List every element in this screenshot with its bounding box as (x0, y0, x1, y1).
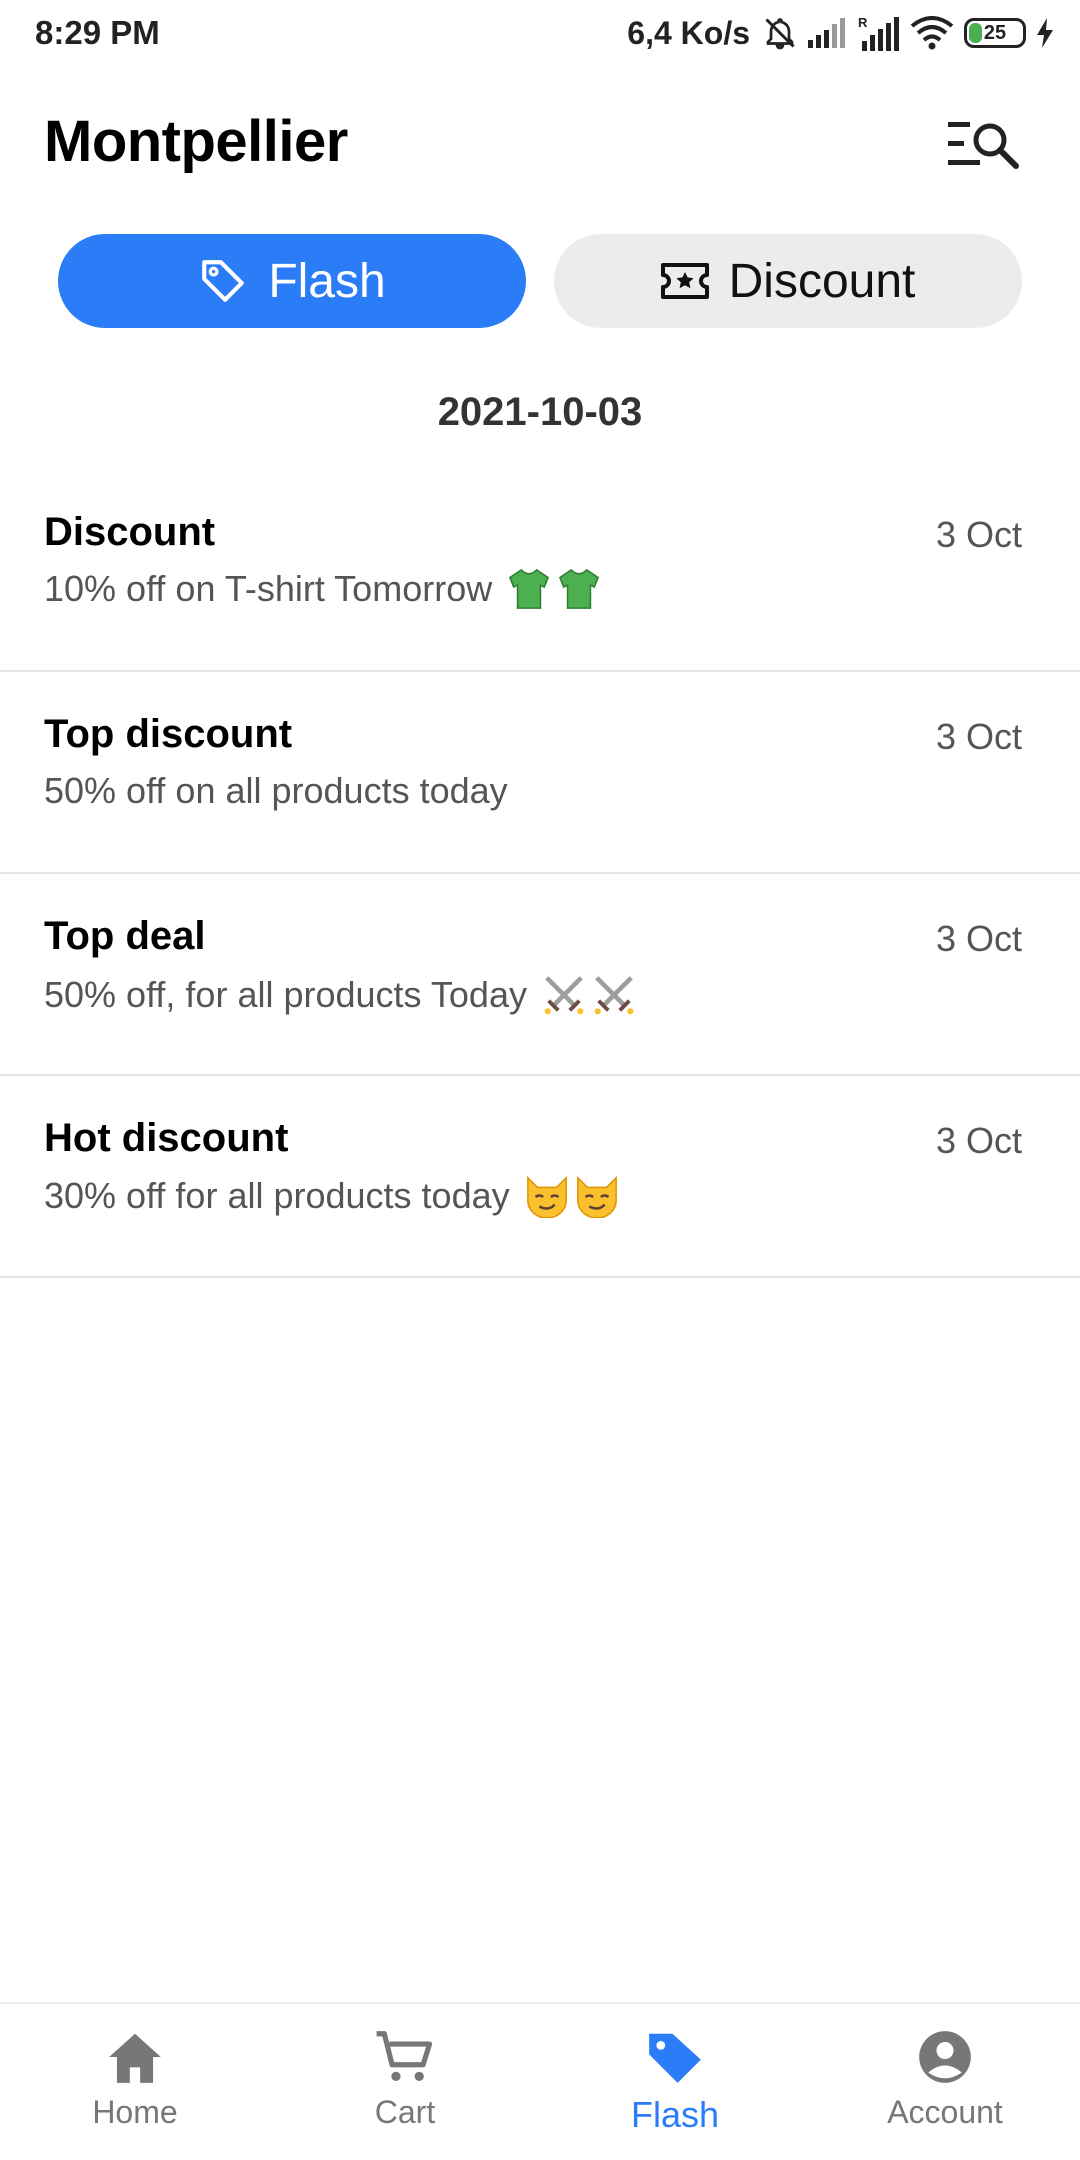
status-bar: 8:29 PM 6,4 Ko/s R 25 (0, 0, 1080, 66)
offer-title: Discount (44, 510, 216, 554)
offer-list: Discount 10% off on T-shirt Tomorrow 3 O… (0, 470, 1080, 1278)
signal-icon (808, 18, 848, 48)
t-shirt-emoji (506, 568, 602, 610)
tag-icon (198, 256, 248, 306)
offer-description-text: 10% off on T-shirt Tomorrow (44, 568, 493, 609)
nav-item-label: Home (92, 2094, 178, 2130)
date-heading: 2021-10-03 (437, 390, 643, 434)
offer-date: 3 Oct (935, 716, 1022, 757)
nav-item-label: Cart (374, 2094, 436, 2130)
tab-discount[interactable]: Discount (554, 234, 1022, 328)
tab-flash-label: Flash (268, 254, 386, 308)
offer-description-text: 30% off for all products today (44, 1175, 510, 1216)
offer-description: 10% off on T-shirt Tomorrow (44, 568, 602, 610)
crossed-swords-emoji (541, 972, 637, 1018)
svg-text:R: R (858, 15, 868, 30)
offer-description: 50% off on all products today (44, 770, 508, 812)
net-speed: 6,4 Ko/s (627, 14, 750, 51)
search-menu-button[interactable] (946, 118, 1022, 174)
offer-description-text: 50% off on all products today (44, 770, 508, 811)
charging-icon (1036, 18, 1054, 48)
offer-title: Top deal (44, 914, 206, 958)
ticket-icon (660, 261, 709, 301)
cart-icon (374, 2028, 436, 2086)
offer-title: Hot discount (44, 1116, 289, 1160)
page-title: Montpellier (44, 109, 348, 174)
home-icon (104, 2028, 166, 2086)
offer-title: Top discount (44, 712, 293, 756)
battery-icon: 25 (964, 18, 1026, 48)
tab-discount-label: Discount (728, 254, 916, 308)
offer-description-text: 50% off, for all products Today (44, 974, 527, 1015)
account-icon (914, 2028, 976, 2086)
tab-flash[interactable]: Flash (58, 234, 526, 328)
smirking-cat-emoji (524, 1174, 620, 1218)
list-item[interactable]: Discount 10% off on T-shirt Tomorrow 3 O… (0, 470, 1080, 672)
search-menu-icon (946, 118, 1022, 175)
offer-date: 3 Oct (935, 918, 1022, 959)
offer-date: 3 Oct (935, 1120, 1022, 1161)
offer-description: 30% off for all products today (44, 1174, 620, 1218)
battery-text: 25 (983, 21, 1007, 44)
offer-description: 50% off, for all products Today (44, 972, 637, 1018)
nav-item-account[interactable]: Account (810, 2004, 1080, 2160)
tag-icon (644, 2028, 706, 2086)
nav-item-label: Flash (630, 2094, 720, 2135)
nav-item-cart[interactable]: Cart (270, 2004, 540, 2160)
status-time: 8:29 PM (35, 14, 160, 51)
signal-roaming-icon: R (858, 15, 900, 51)
list-item[interactable]: Top discount 50% off on all products tod… (0, 672, 1080, 874)
wifi-icon (910, 16, 954, 50)
nav-item-home[interactable]: Home (0, 2004, 270, 2160)
tab-bar: Flash Discount (58, 234, 1022, 328)
battery-level (969, 23, 982, 43)
offer-date: 3 Oct (935, 514, 1022, 555)
nav-item-label: Account (887, 2094, 1003, 2130)
mute-icon (762, 15, 798, 51)
list-item[interactable]: Hot discount 30% off for all products to… (0, 1076, 1080, 1278)
nav-item-flash[interactable]: Flash (540, 2004, 810, 2160)
bottom-nav: Home Cart Flash Account (0, 2002, 1080, 2160)
screen: 8:29 PM 6,4 Ko/s R 25 Montpellier Flash … (0, 0, 1080, 2160)
list-item[interactable]: Top deal 50% off, for all products Today (0, 874, 1080, 1076)
status-icons: 6,4 Ko/s R 25 (627, 10, 1054, 56)
